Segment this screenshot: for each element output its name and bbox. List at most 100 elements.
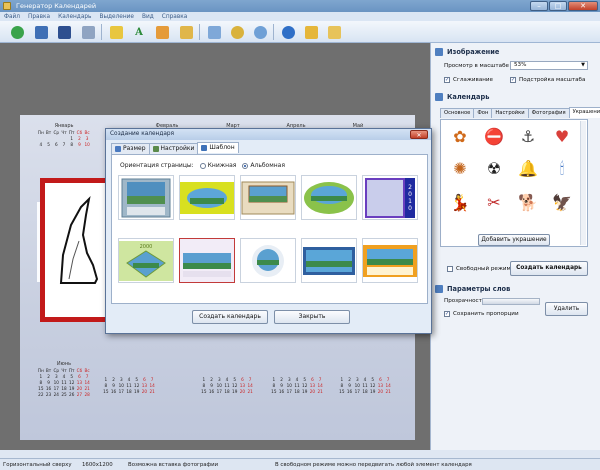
status-align: Горизонтальный сверху [3,462,72,468]
gallery-item[interactable]: ♥ [551,126,573,148]
gallery-item[interactable]: ⚓ [517,126,539,148]
grid-icon [115,146,121,152]
smooth-checkbox[interactable]: ✓ [444,77,450,83]
gallery-item[interactable]: 🦅 [551,192,573,214]
gallery-item[interactable]: 💃 [449,192,471,214]
template-thumbnail[interactable] [362,238,418,283]
fit-checkbox[interactable]: ✓ [510,77,516,83]
image-section-header[interactable]: Изображение [435,46,600,57]
month-grid-july: 1234567 8 9 10 11 12 13 14 15 16 17 18 19 20 21 [103,377,155,394]
new-icon[interactable] [9,24,25,40]
window-title: Генератор Календарей [16,2,97,10]
tab-size[interactable]: Размер [111,143,150,154]
free-mode-row[interactable]: Свободный режим [447,266,511,272]
gallery-item[interactable]: ✿ [449,126,471,148]
calendar-tabs: Основное Фон Настройки Фотография Украше… [440,107,600,118]
decoration-gallery: ✿ ⛔ ⚓ ♥ ✺ ☢ 🔔 🕯 💃 ✂ 🐕 🦅 [440,119,588,247]
crop-icon[interactable] [206,24,222,40]
add-text-icon[interactable]: A [131,24,147,40]
delete-button[interactable]: Удалить [545,302,588,316]
create-calendar-dialog: Создание календаря ✕ Размер Настройки Ша… [105,128,432,334]
gallery-item[interactable]: ✺ [449,158,471,180]
add-decoration-button[interactable]: Добавить украшение [478,234,550,246]
close-window-button[interactable]: ✕ [568,1,598,11]
image-section-icon [435,47,443,56]
help-icon[interactable] [280,24,296,40]
dialog-title: Создание календаря [106,129,431,140]
tab-decoration[interactable]: Украшение [568,107,600,118]
calendar-icon[interactable] [33,24,49,40]
menu-view[interactable]: Вид [142,14,154,20]
package-icon[interactable] [326,24,342,40]
image-icon[interactable] [178,24,194,40]
keep-ratio-label: Сохранить пропорции [453,311,519,317]
gallery-item[interactable]: ☢ [483,158,505,180]
smooth-row[interactable]: ✓ Сглаживание [444,77,493,83]
template-thumbnail[interactable] [301,175,357,220]
zoom-select[interactable]: 53% ▼ [510,61,588,70]
template-thumbnail[interactable] [118,175,174,220]
template-preview: 2010 [365,177,415,218]
template-thumbnail[interactable] [179,175,235,220]
menu-selection[interactable]: Выделение [99,14,134,20]
shop-icon[interactable] [303,24,319,40]
tab-basic[interactable]: Основное [440,108,475,118]
template-thumbnail[interactable] [240,175,296,220]
tab-template-label: Шаблон [209,144,235,151]
edit-icon[interactable] [154,24,170,40]
tab-settings-label: Настройки [160,145,195,152]
tab-photo[interactable]: Фотография [527,108,570,118]
portrait-radio[interactable] [199,162,206,169]
landscape-label[interactable]: Альбомная [250,162,285,169]
keep-ratio-row[interactable]: ✓ Сохранить пропорции [444,311,519,317]
minimize-button[interactable]: – [530,1,548,11]
tab-dialog-settings[interactable]: Настройки [148,143,199,154]
gallery-item[interactable]: 🔔 [517,158,539,180]
template-thumbnail[interactable] [301,238,357,283]
tab-template[interactable]: Шаблон [197,142,239,153]
menu-help[interactable]: Справка [162,14,188,20]
orientation-label: Ориентация страницы: [120,162,194,169]
tab-settings[interactable]: Настройки [491,108,529,118]
save-icon[interactable] [56,24,72,40]
menu-file[interactable]: Файл [4,14,20,20]
create-calendar-button[interactable]: Создать календарь [510,261,588,276]
maximize-button[interactable]: □ [549,1,567,11]
move-icon[interactable] [229,24,245,40]
gallery-scrollbar[interactable] [580,121,586,245]
template-thumbnail-selected[interactable] [179,238,235,283]
template-thumbnail[interactable]: 2000 [118,238,174,283]
gallery-item[interactable]: ✂ [483,192,505,214]
status-hint-free-mode: В свободном режиме можно передвигать люб… [275,462,472,468]
template-thumbnail[interactable] [240,238,296,283]
fit-row[interactable]: ✓ Подстройка масштаба [510,77,585,83]
dialog-close-text-button[interactable]: Закрыть [274,310,350,324]
menu-edit[interactable]: Правка [28,14,50,20]
tab-background[interactable]: Фон [473,108,493,118]
landscape-radio[interactable] [242,162,249,169]
template-thumbnail[interactable]: 2010 [362,175,418,220]
dialog-close-button[interactable]: ✕ [410,130,428,139]
image-section-title: Изображение [447,47,500,56]
calendar-section-header[interactable]: Календарь [435,91,600,102]
template-preview [121,178,171,217]
menu-calendar[interactable]: Календарь [58,14,91,20]
chevron-down-icon: ▼ [581,62,585,68]
free-mode-checkbox[interactable] [447,266,453,272]
add-image-icon[interactable] [108,24,124,40]
svg-text:0: 0 [408,191,412,198]
transparency-slider[interactable] [482,298,540,305]
fit-label: Подстройка масштаба [519,77,586,83]
gallery-item[interactable]: 🐕 [517,192,539,214]
calendar-section-title: Календарь [447,92,490,101]
zoom-icon[interactable] [252,24,268,40]
portrait-label[interactable]: Книжная [208,162,237,169]
dialog-create-button[interactable]: Создать календарь [192,310,268,324]
gallery-item[interactable]: ⛔ [483,126,505,148]
print-icon[interactable] [80,24,96,40]
template-preview [252,244,284,277]
gallery-item[interactable]: 🕯 [551,158,573,180]
layers-section-header[interactable]: Параметры слов [435,283,600,294]
svg-text:1: 1 [408,198,412,205]
keep-ratio-checkbox[interactable]: ✓ [444,311,450,317]
